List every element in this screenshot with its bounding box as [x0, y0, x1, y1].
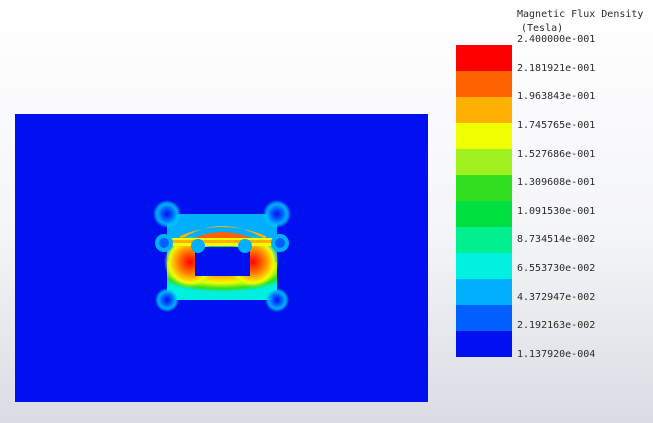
legend-swatch [456, 201, 512, 227]
legend-swatch [456, 279, 512, 305]
legend-swatch [456, 227, 512, 253]
legend-tick-label: 1.309608e-001 [517, 177, 596, 188]
legend-color-bar [456, 45, 512, 357]
legend-swatch [456, 71, 512, 97]
legend-swatch [456, 331, 512, 357]
legend-swatch [456, 305, 512, 331]
legend-tick-label: 1.527686e-001 [517, 149, 596, 160]
legend-tick-label: 8.734514e-002 [517, 234, 596, 245]
legend-swatch [456, 149, 512, 175]
legend-title: Magnetic Flux Density [517, 9, 644, 20]
legend-swatch [456, 253, 512, 279]
legend-tick-label: 2.181921e-001 [517, 63, 596, 74]
legend-tick-label: 1.745765e-001 [517, 120, 596, 131]
legend-swatch [456, 45, 512, 71]
legend-tick-label: 1.091530e-001 [517, 206, 596, 217]
legend-swatch [456, 123, 512, 149]
legend-tick-label: 4.372947e-002 [517, 292, 596, 303]
legend-tick-label: 2.192163e-002 [517, 320, 596, 331]
legend-tick-label: 1.963843e-001 [517, 91, 596, 102]
legend-tick-label: 6.553730e-002 [517, 263, 596, 274]
magnetic-core [153, 200, 291, 312]
legend-tick-label: 2.400000e-001 [517, 34, 596, 45]
legend-swatch [456, 175, 512, 201]
legend-swatch [456, 97, 512, 123]
simulation-viewport[interactable]: Magnetic Flux Density (Tesla) 2.400000e-… [0, 0, 653, 423]
legend-tick-label: 1.137920e-004 [517, 349, 596, 360]
